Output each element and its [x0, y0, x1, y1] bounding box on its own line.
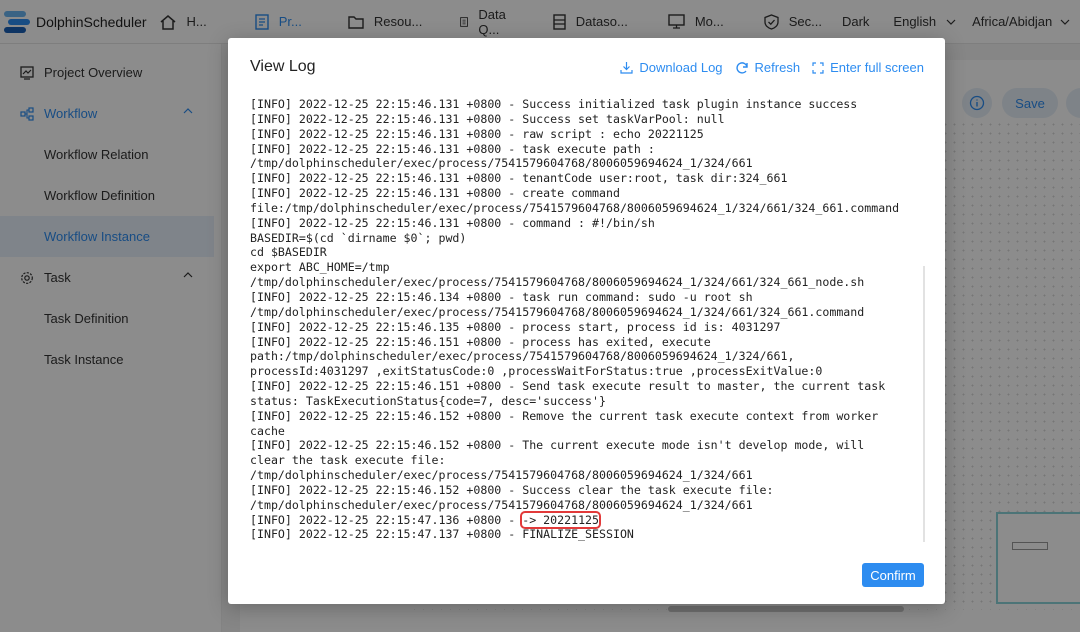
log-line: processId:4031297 ,exitStatusCode:0 ,pro… — [250, 364, 823, 379]
log-line: [INFO] 2022-12-25 22:15:46.151 +0800 - p… — [250, 334, 711, 349]
fullscreen-icon — [812, 61, 824, 74]
log-line: [INFO] 2022-12-25 22:15:46.135 +0800 - p… — [250, 319, 781, 334]
log-line: [INFO] 2022-12-25 22:15:46.131 +0800 - r… — [250, 126, 704, 141]
download-log-label: Download Log — [639, 60, 723, 75]
log-line: [INFO] 2022-12-25 22:15:46.131 +0800 - t… — [250, 171, 788, 186]
log-line: cd $BASEDIR — [250, 245, 327, 260]
log-line: path:/tmp/dolphinscheduler/exec/process/… — [250, 349, 795, 364]
log-line: /tmp/dolphinscheduler/exec/process/75415… — [250, 275, 865, 290]
log-scrollbar[interactable] — [923, 266, 925, 542]
log-line: file:/tmp/dolphinscheduler/exec/process/… — [250, 200, 900, 215]
log-line: [INFO] 2022-12-25 22:15:46.131 +0800 - S… — [250, 97, 858, 111]
modal-title: View Log — [250, 58, 316, 75]
log-line-prefix: [INFO] 2022-12-25 22:15:47.136 +0800 - — [250, 512, 523, 527]
log-line: clear the task execute file: — [250, 453, 446, 468]
confirm-button[interactable]: Confirm — [862, 563, 924, 587]
log-line: [INFO] 2022-12-25 22:15:46.152 +0800 - R… — [250, 408, 879, 423]
refresh-icon — [735, 61, 748, 74]
log-line: [INFO] 2022-12-25 22:15:46.131 +0800 - c… — [250, 186, 620, 201]
highlighted-output: -> 20221125 — [520, 510, 602, 529]
log-line-highlighted: [INFO] 2022-12-25 22:15:47.136 +0800 - -… — [250, 510, 930, 529]
log-line: BASEDIR=$(cd `dirname $0`; pwd) — [250, 230, 467, 245]
log-line: [INFO] 2022-12-25 22:15:46.131 +0800 - S… — [250, 111, 725, 126]
fullscreen-button[interactable]: Enter full screen — [812, 60, 924, 75]
refresh-label: Refresh — [754, 60, 801, 75]
log-line: cache — [250, 423, 285, 438]
log-line: [INFO] 2022-12-25 22:15:46.131 +0800 - c… — [250, 215, 655, 230]
log-content[interactable]: [INFO] 2022-12-25 22:15:46.131 +0800 - S… — [250, 97, 930, 545]
log-line: [INFO] 2022-12-25 22:15:47.137 +0800 - F… — [250, 527, 634, 542]
refresh-button[interactable]: Refresh — [735, 60, 801, 75]
log-line: export ABC_HOME=/tmp — [250, 260, 390, 275]
log-line: /tmp/dolphinscheduler/exec/process/75415… — [250, 497, 753, 512]
download-log-button[interactable]: Download Log — [620, 60, 723, 75]
log-line: /tmp/dolphinscheduler/exec/process/75415… — [250, 304, 865, 319]
view-log-modal: View Log Download Log Refresh Enter full… — [228, 38, 945, 604]
log-line: [INFO] 2022-12-25 22:15:46.152 +0800 - T… — [250, 438, 865, 453]
log-line: /tmp/dolphinscheduler/exec/process/75415… — [250, 468, 753, 483]
download-icon — [620, 62, 634, 74]
log-line: [INFO] 2022-12-25 22:15:46.134 +0800 - t… — [250, 289, 753, 304]
log-line: status: TaskExecutionStatus{code=7, desc… — [250, 393, 606, 408]
log-line: /tmp/dolphinscheduler/exec/process/75415… — [250, 156, 753, 171]
log-line: [INFO] 2022-12-25 22:15:46.151 +0800 - S… — [250, 379, 886, 394]
fullscreen-label: Enter full screen — [830, 60, 924, 75]
log-line: [INFO] 2022-12-25 22:15:46.152 +0800 - S… — [250, 482, 774, 497]
log-line: [INFO] 2022-12-25 22:15:46.131 +0800 - t… — [250, 141, 655, 156]
